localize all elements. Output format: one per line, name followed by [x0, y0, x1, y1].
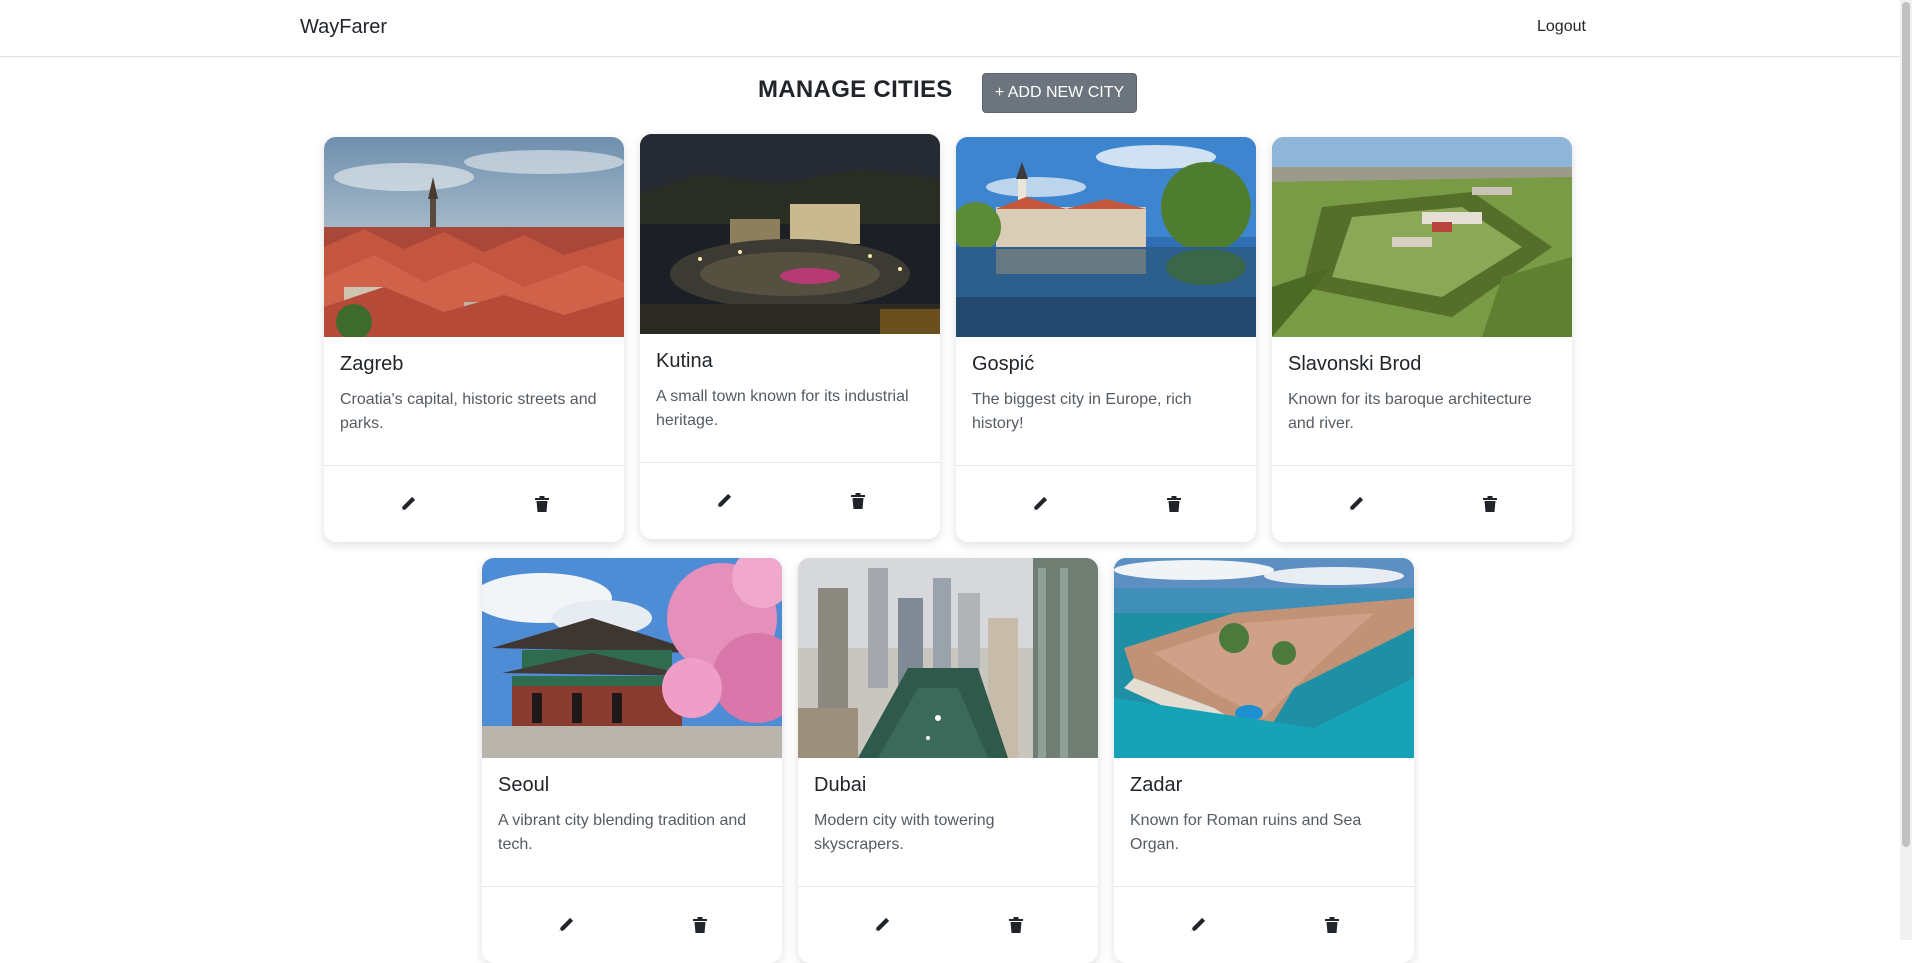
- city-description: Croatia's capital, historic streets and …: [340, 391, 597, 432]
- trash-icon[interactable]: [846, 489, 870, 513]
- trash-icon[interactable]: [1320, 913, 1344, 937]
- city-image: [1272, 137, 1572, 337]
- card-actions: [640, 462, 940, 539]
- trash-icon[interactable]: [688, 913, 712, 937]
- city-name: Slavonski Brod: [1288, 353, 1422, 375]
- city-description: Modern city with towering skyscrapers.: [814, 812, 995, 853]
- trash-icon[interactable]: [530, 492, 554, 516]
- card-actions: [1114, 886, 1414, 963]
- city-card: Kutina A small town known for its indust…: [640, 134, 940, 539]
- pencil-icon[interactable]: [554, 913, 578, 937]
- city-image: [956, 137, 1256, 337]
- city-card: Slavonski Brod Known for its baroque arc…: [1272, 137, 1572, 542]
- add-new-city-button[interactable]: + ADD NEW CITY: [982, 73, 1137, 113]
- city-card: Zagreb Croatia's capital, historic stree…: [324, 137, 624, 542]
- city-card: Gospić The biggest city in Europe, rich …: [956, 137, 1256, 542]
- city-description: Known for Roman ruins and Sea Organ.: [1130, 812, 1362, 853]
- page-title: MANAGE CITIES: [758, 76, 953, 103]
- trash-icon[interactable]: [1478, 492, 1502, 516]
- city-description: A small town known for its industrial he…: [656, 388, 909, 429]
- city-image: [482, 558, 782, 758]
- city-image: [640, 134, 940, 334]
- scrollbar-thumb[interactable]: [1902, 2, 1910, 847]
- pencil-icon[interactable]: [1186, 913, 1210, 937]
- pencil-icon[interactable]: [712, 489, 736, 513]
- pencil-icon[interactable]: [870, 913, 894, 937]
- city-description: Known for its baroque architecture and r…: [1288, 391, 1532, 432]
- brand-logo[interactable]: WayFarer: [300, 16, 387, 39]
- city-card: Seoul A vibrant city blending tradition …: [482, 558, 782, 963]
- card-actions: [482, 886, 782, 963]
- card-actions: [798, 886, 1098, 963]
- city-name: Gospić: [972, 353, 1035, 375]
- city-name: Dubai: [814, 774, 867, 796]
- city-image: [1114, 558, 1414, 758]
- city-name: Zadar: [1130, 774, 1183, 796]
- city-card: Zadar Known for Roman ruins and Sea Orga…: [1114, 558, 1414, 963]
- card-actions: [324, 465, 624, 542]
- navbar: WayFarer Logout: [0, 0, 1900, 57]
- city-card: Dubai Modern city with towering skyscrap…: [798, 558, 1098, 963]
- trash-icon[interactable]: [1004, 913, 1028, 937]
- pencil-icon[interactable]: [1344, 492, 1368, 516]
- city-description: A vibrant city blending tradition and te…: [498, 812, 747, 853]
- city-name: Kutina: [656, 350, 713, 372]
- city-name: Seoul: [498, 774, 550, 796]
- city-image: [324, 137, 624, 337]
- pencil-icon[interactable]: [1028, 492, 1052, 516]
- pencil-icon[interactable]: [396, 492, 420, 516]
- city-name: Zagreb: [340, 353, 404, 375]
- city-image: [798, 558, 1098, 758]
- trash-icon[interactable]: [1162, 492, 1186, 516]
- card-actions: [1272, 465, 1572, 542]
- logout-link[interactable]: Logout: [1537, 18, 1586, 36]
- card-actions: [956, 465, 1256, 542]
- city-description: The biggest city in Europe, rich history…: [972, 391, 1192, 432]
